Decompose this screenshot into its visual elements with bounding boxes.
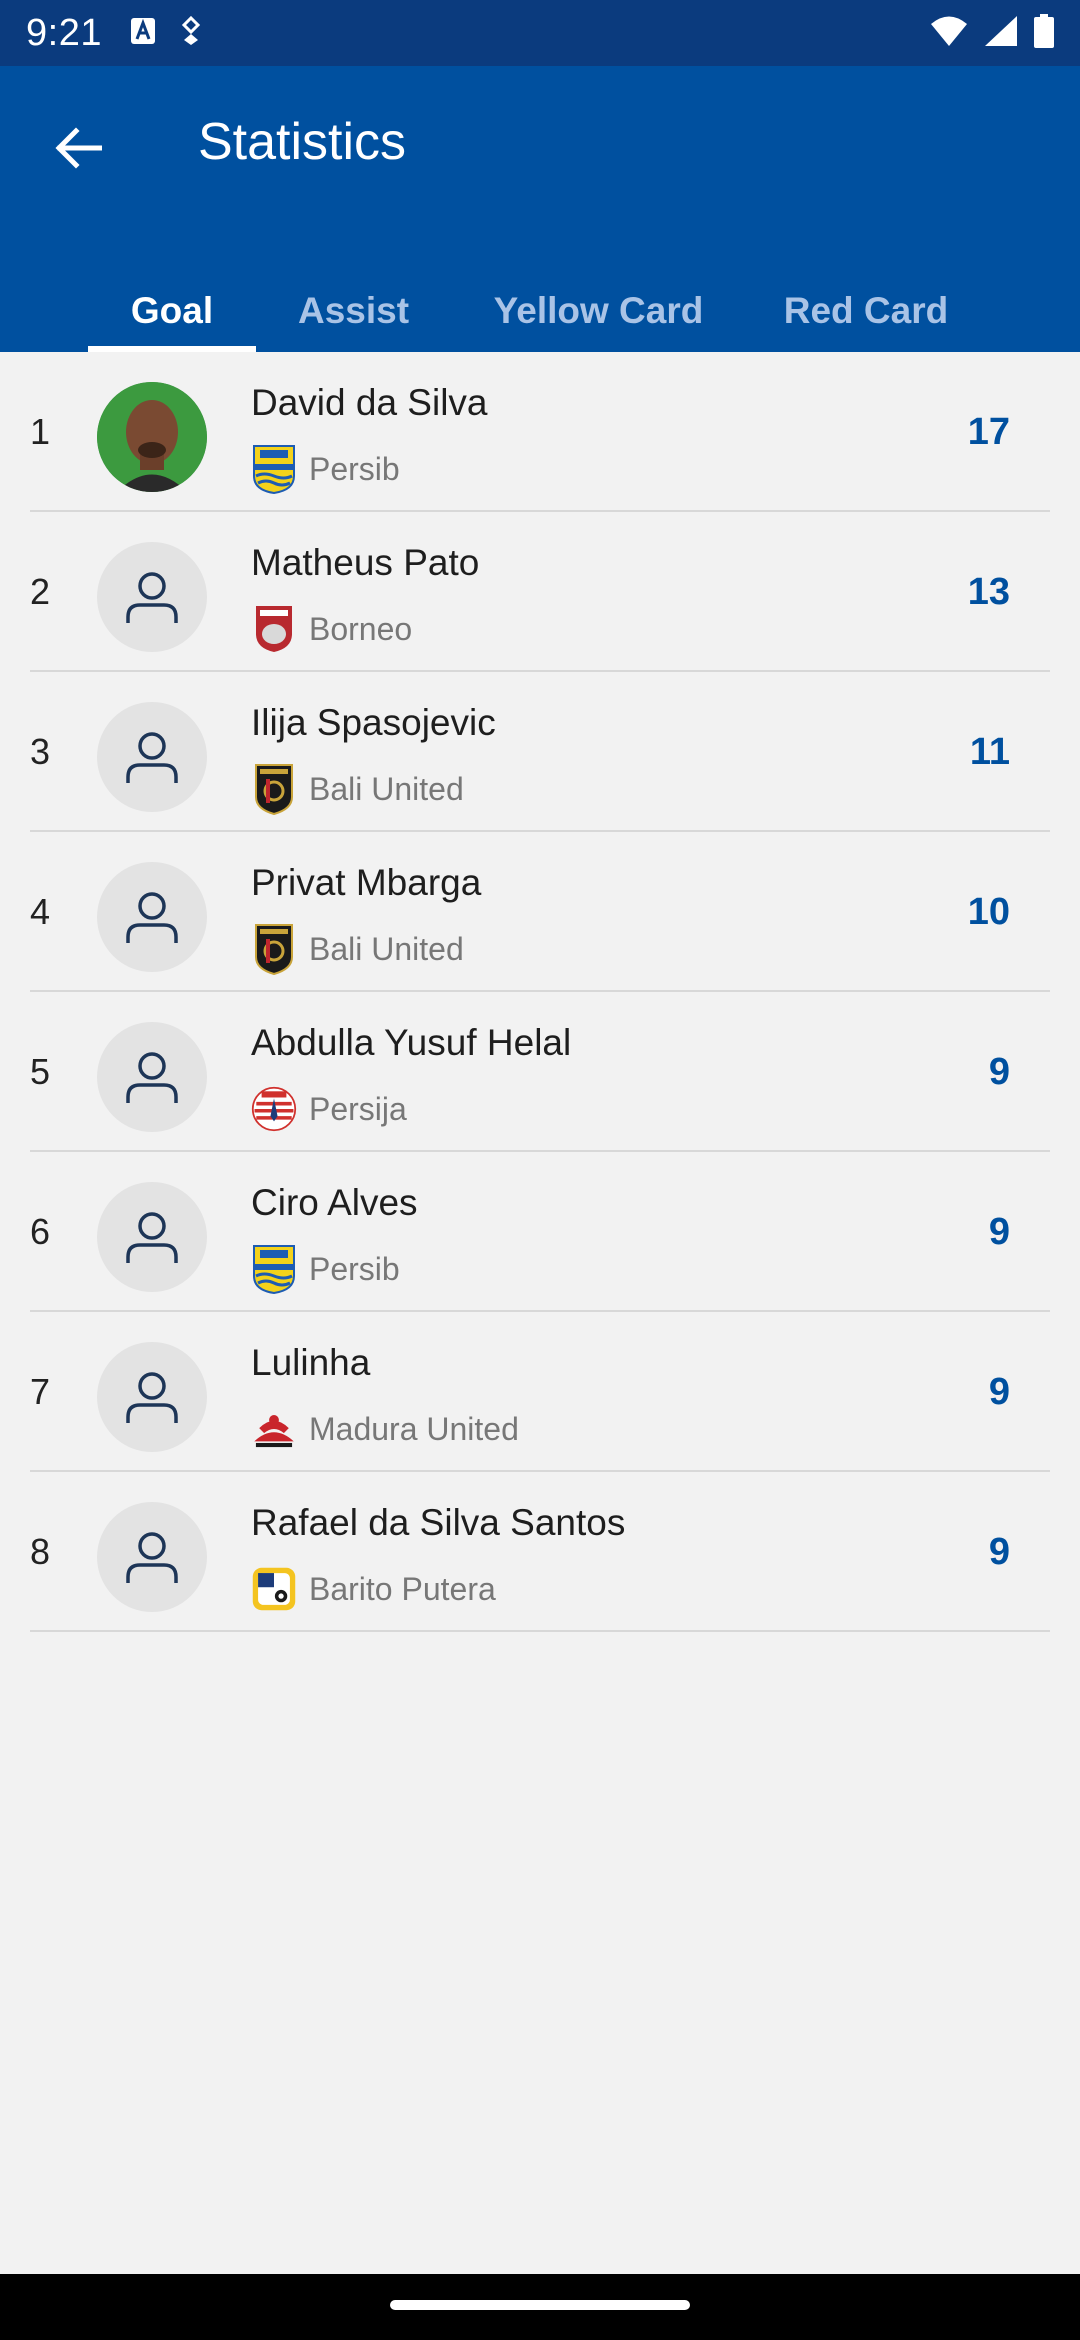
stat-tabs: Goal Assist Yellow Card Red Card	[88, 264, 1080, 352]
player-name: Privat Mbarga	[251, 862, 482, 903]
team-info: Persib	[251, 1242, 400, 1296]
team-info: Bali United	[251, 762, 464, 816]
team-name: Borneo	[309, 610, 413, 647]
tab-yellow-card[interactable]: Yellow Card	[451, 264, 746, 352]
persib-logo-icon	[251, 444, 297, 494]
team-info: Persib	[251, 442, 400, 496]
back-button[interactable]	[40, 110, 116, 186]
tab-assist[interactable]: Assist	[256, 264, 451, 352]
tab-red-card[interactable]: Red Card	[746, 264, 986, 352]
team-info: Bali United	[251, 922, 464, 976]
goal-count: 9	[988, 1370, 1010, 1413]
signal-icon	[984, 15, 1018, 52]
system-nav-bar	[0, 2274, 1080, 2340]
player-name: Matheus Pato	[251, 542, 480, 583]
player-name: Lulinha	[251, 1342, 371, 1383]
player-row[interactable]: 1 David da Silva Persib 17	[0, 352, 1080, 512]
bali-united-logo-icon	[251, 764, 297, 815]
battery-icon	[1034, 13, 1054, 53]
app-root: 9:21 Statistics Goal Assist Yellow Card …	[0, 0, 1080, 2340]
player-rank: 1	[30, 411, 51, 452]
person-placeholder-icon	[97, 702, 207, 812]
player-rank: 8	[30, 1531, 51, 1572]
goal-count: 11	[969, 730, 1010, 773]
player-row[interactable]: 3 Ilija Spasojevic Bali United 11	[0, 672, 1080, 832]
player-row[interactable]: 2 Matheus Pato Borneo 13	[0, 512, 1080, 672]
person-placeholder-icon	[97, 1502, 207, 1612]
player-stats-list: 1 David da Silva Persib 17 2 Matheus Pat…	[0, 352, 1080, 1632]
team-name: Persib	[309, 450, 400, 487]
page-title: Statistics	[198, 113, 407, 171]
player-rank: 5	[30, 1051, 51, 1092]
player-row[interactable]: 7 Lulinha Madura United 9	[0, 1312, 1080, 1472]
team-info: Barito Putera	[251, 1562, 496, 1616]
team-name: Bali United	[309, 770, 464, 807]
person-placeholder-icon	[97, 542, 207, 652]
status-bar: 9:21	[0, 0, 1080, 66]
player-row[interactable]: 8 Rafael da Silva Santos Barito Putera 9	[0, 1472, 1080, 1632]
status-left-icons	[130, 15, 204, 51]
madura-united-logo-icon	[251, 1404, 297, 1454]
player-name: Ilija Spasojevic	[251, 702, 496, 743]
player-rank: 4	[30, 891, 51, 932]
player-name: Rafael da Silva Santos	[251, 1502, 626, 1543]
player-name: Abdulla Yusuf Helal	[251, 1022, 572, 1063]
tab-yellow-card-label: Yellow Card	[493, 290, 704, 331]
goal-count: 13	[967, 570, 1010, 613]
player-row[interactable]: 5 Abdulla Yusuf Helal Persija 9	[0, 992, 1080, 1152]
team-info: Persija	[251, 1082, 407, 1136]
team-name: Bali United	[309, 930, 464, 967]
tab-red-card-label: Red Card	[783, 290, 949, 331]
team-name: Persib	[309, 1250, 400, 1287]
player-name: David da Silva	[251, 382, 488, 423]
person-placeholder-icon	[97, 862, 207, 972]
persib-logo-icon	[251, 1244, 297, 1294]
tab-goal[interactable]: Goal	[88, 264, 256, 352]
status-time: 9:21	[26, 11, 102, 54]
player-name: Ciro Alves	[251, 1182, 418, 1223]
text-a-icon	[130, 17, 156, 50]
player-row[interactable]: 4 Privat Mbarga Bali United 10	[0, 832, 1080, 992]
tab-goal-label: Goal	[130, 290, 214, 331]
player-rank: 2	[30, 571, 51, 612]
team-name: Persija	[309, 1090, 407, 1127]
person-placeholder-icon	[97, 1182, 207, 1292]
team-name: Barito Putera	[309, 1570, 496, 1607]
team-info: Borneo	[251, 602, 412, 656]
person-placeholder-icon	[97, 1022, 207, 1132]
location-icon	[178, 15, 204, 51]
bali-united-logo-icon	[251, 924, 297, 975]
status-right-icons	[930, 13, 1054, 53]
borneo-logo-icon	[251, 604, 297, 654]
arrow-left-icon	[55, 127, 102, 169]
team-info: Madura United	[251, 1402, 519, 1456]
player-rank: 6	[30, 1211, 51, 1252]
team-name: Madura United	[309, 1410, 519, 1447]
player-row[interactable]: 6 Ciro Alves Persib 9	[0, 1152, 1080, 1312]
person-placeholder-icon	[97, 1342, 207, 1452]
barito-putera-logo-icon	[251, 1564, 297, 1614]
goal-count: 9	[988, 1210, 1010, 1253]
home-gesture-handle[interactable]	[390, 2300, 690, 2310]
player-photo	[97, 382, 207, 492]
app-bar: Statistics Goal Assist Yellow Card Red C…	[0, 66, 1080, 352]
goal-count: 10	[967, 890, 1010, 933]
player-rank: 3	[30, 731, 51, 772]
goal-count: 17	[967, 410, 1010, 453]
persija-logo-icon	[251, 1084, 297, 1134]
wifi-icon	[930, 15, 968, 52]
player-rank: 7	[30, 1371, 51, 1412]
goal-count: 9	[988, 1530, 1010, 1573]
goal-count: 9	[988, 1050, 1010, 1093]
tab-assist-label: Assist	[297, 290, 410, 331]
